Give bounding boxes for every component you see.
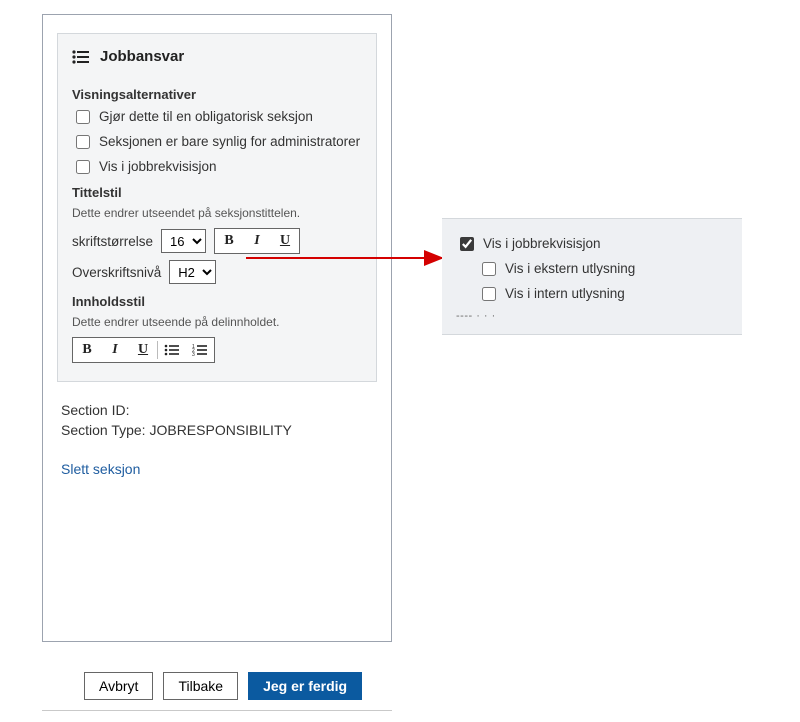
- option-admin-only-label: Seksjonen er bare synlig for administrat…: [99, 133, 362, 151]
- callout-checkbox-external[interactable]: [482, 262, 496, 276]
- list-icon: [72, 50, 90, 64]
- bullet-list-button[interactable]: [158, 338, 186, 362]
- option-show-in-req[interactable]: Vis i jobbrekvisisjon: [72, 158, 362, 177]
- section-type-label: Section Type:: [61, 422, 146, 438]
- section-settings-panel: Jobbansvar Visningsalternativer Gjør det…: [42, 14, 392, 642]
- title-style-heading: Tittelstil: [72, 185, 362, 200]
- content-style-help: Dette endrer utseende på delinnholdet.: [72, 315, 362, 329]
- section-type-value: JOBRESPONSIBILITY: [149, 422, 291, 438]
- display-options-heading: Visningsalternativer: [72, 87, 362, 102]
- heading-level-select[interactable]: H2: [169, 260, 216, 284]
- content-bold-button[interactable]: B: [73, 338, 101, 362]
- svg-text:3: 3: [192, 352, 195, 356]
- callout-truncated-text: ---- · · ·: [456, 310, 728, 322]
- back-button[interactable]: Tilbake: [163, 672, 238, 700]
- numbered-list-icon: 1 2 3: [192, 344, 208, 356]
- content-style-heading: Innholdsstil: [72, 294, 362, 309]
- callout-show-in-req-label: Vis i jobbrekvisisjon: [483, 235, 728, 253]
- heading-level-label: Overskriftsnivå: [72, 265, 161, 280]
- bottom-divider: [42, 710, 392, 711]
- option-show-in-req-label: Vis i jobbrekvisisjon: [99, 158, 362, 176]
- wizard-button-row: Avbryt Tilbake Jeg er ferdig: [84, 672, 362, 700]
- numbered-list-button[interactable]: 1 2 3: [186, 338, 214, 362]
- option-admin-only[interactable]: Seksjonen er bare synlig for administrat…: [72, 133, 362, 152]
- callout-checkbox-show-in-req[interactable]: [460, 237, 474, 251]
- content-toolbar-group: B I U 1 2 3: [72, 337, 215, 363]
- section-header: Jobbansvar: [72, 34, 362, 79]
- callout-checkbox-internal[interactable]: [482, 287, 496, 301]
- checkbox-show-in-req[interactable]: [76, 160, 90, 174]
- checkbox-admin-only[interactable]: [76, 135, 90, 149]
- callout-arrow: [246, 246, 462, 270]
- callout-show-in-req[interactable]: Vis i jobbrekvisisjon: [456, 235, 728, 254]
- done-button[interactable]: Jeg er ferdig: [248, 672, 362, 700]
- callout-external[interactable]: Vis i ekstern utlysning: [478, 260, 728, 279]
- checkbox-mandatory[interactable]: [76, 110, 90, 124]
- option-mandatory-label: Gjør dette til en obligatorisk seksjon: [99, 108, 362, 126]
- title-bold-button[interactable]: B: [215, 229, 243, 253]
- title-style-help: Dette endrer utseendet på seksjonstittel…: [72, 206, 362, 220]
- section-meta: Section ID: Section Type: JOBRESPONSIBIL…: [57, 400, 377, 441]
- callout-panel: Vis i jobbrekvisisjon Vis i ekstern utly…: [442, 218, 742, 335]
- section-id-label: Section ID:: [61, 402, 129, 418]
- content-underline-button[interactable]: U: [129, 338, 157, 362]
- section-title: Jobbansvar: [100, 48, 184, 65]
- content-style-toolbar: B I U 1 2 3: [72, 337, 362, 363]
- delete-section-link[interactable]: Slett seksjon: [57, 461, 140, 477]
- font-size-select[interactable]: 16: [161, 229, 206, 253]
- section-settings-inner: Jobbansvar Visningsalternativer Gjør det…: [57, 33, 377, 382]
- font-size-label: skriftstørrelse: [72, 234, 153, 249]
- option-mandatory[interactable]: Gjør dette til en obligatorisk seksjon: [72, 108, 362, 127]
- cancel-button[interactable]: Avbryt: [84, 672, 153, 700]
- content-italic-button[interactable]: I: [101, 338, 129, 362]
- bullet-list-icon: [164, 344, 180, 356]
- callout-internal-label: Vis i intern utlysning: [505, 285, 728, 303]
- callout-internal[interactable]: Vis i intern utlysning: [478, 285, 728, 304]
- callout-external-label: Vis i ekstern utlysning: [505, 260, 728, 278]
